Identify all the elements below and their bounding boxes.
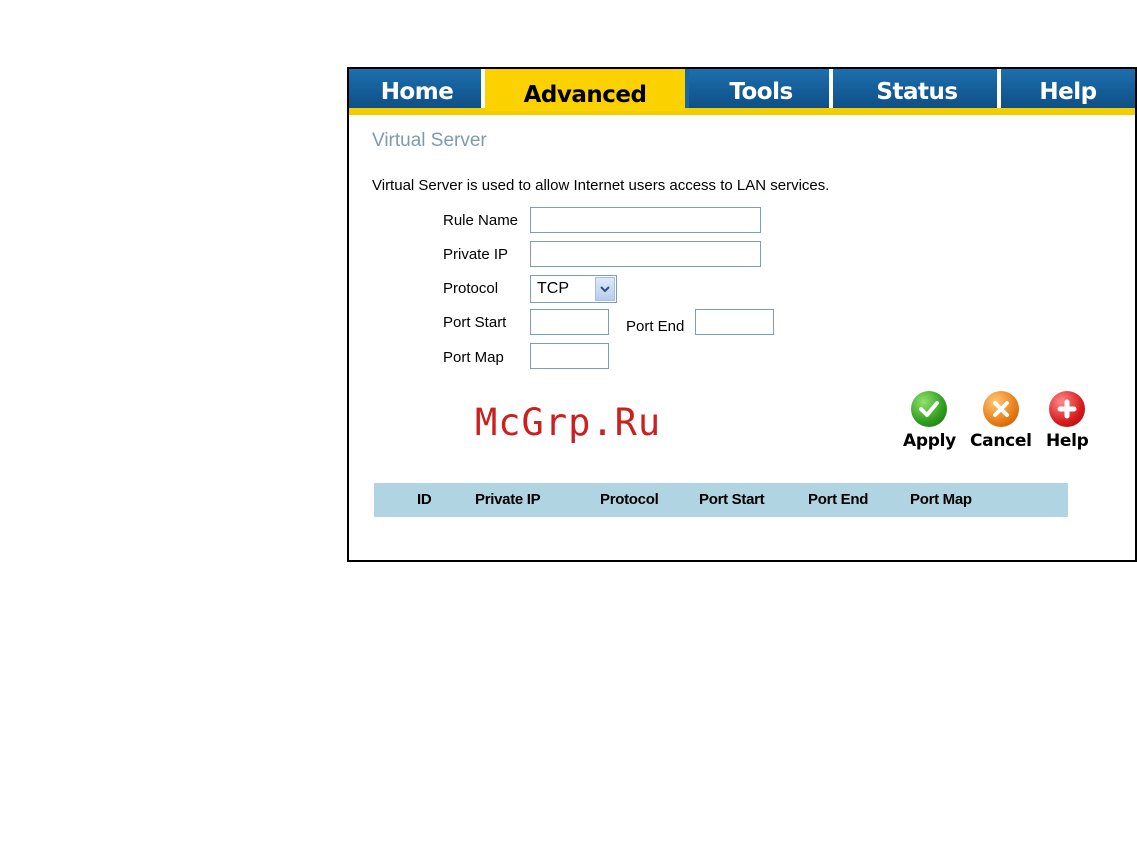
port-end-label: Port End: [626, 318, 685, 335]
cancel-label: Cancel: [970, 431, 1032, 451]
virtual-server-table-header: ID Private IP Protocol Port Start Port E…: [374, 483, 1068, 517]
column-header-protocol: Protocol: [600, 491, 659, 508]
port-start-input[interactable]: [530, 309, 609, 335]
column-header-private-ip: Private IP: [475, 491, 541, 508]
close-icon: [982, 391, 1019, 427]
page-description: Virtual Server is used to allow Internet…: [372, 177, 830, 194]
tab-tools[interactable]: Tools: [689, 69, 833, 108]
watermark-text: McGrp.Ru: [475, 401, 662, 444]
column-header-port-start: Port Start: [699, 491, 765, 508]
tab-advanced[interactable]: Advanced: [485, 69, 685, 111]
port-map-input[interactable]: [530, 343, 609, 369]
tab-status-label: Status: [876, 79, 958, 105]
protocol-selected-value: TCP: [537, 280, 569, 297]
help-button[interactable]: Help: [1046, 391, 1089, 451]
tab-home-label: Home: [380, 79, 454, 105]
protocol-select[interactable]: TCP: [530, 275, 617, 303]
check-icon: [911, 391, 948, 427]
tab-advanced-label: Advanced: [523, 82, 647, 108]
chevron-down-icon[interactable]: [595, 277, 615, 301]
private-ip-input[interactable]: [530, 241, 761, 267]
top-navigation: Home Advanced Tools Status Help: [349, 69, 1135, 115]
help-label: Help: [1046, 431, 1089, 451]
apply-button[interactable]: Apply: [903, 391, 956, 451]
protocol-label: Protocol: [443, 280, 499, 297]
port-map-label: Port Map: [443, 349, 504, 366]
cancel-button[interactable]: Cancel: [970, 391, 1032, 451]
plus-icon: [1049, 391, 1086, 427]
column-header-port-end: Port End: [808, 491, 869, 508]
port-end-input[interactable]: [695, 309, 774, 335]
private-ip-label: Private IP: [443, 246, 509, 263]
port-start-label: Port Start: [443, 314, 507, 331]
tab-help-label: Help: [1039, 79, 1097, 105]
router-config-panel: Home Advanced Tools Status Help Virtual …: [347, 67, 1137, 562]
tab-tools-label: Tools: [729, 79, 793, 105]
tab-status[interactable]: Status: [833, 69, 1001, 108]
column-header-port-map: Port Map: [910, 491, 972, 508]
rule-name-input[interactable]: [530, 207, 761, 233]
apply-label: Apply: [903, 431, 956, 451]
page-title: Virtual Server: [372, 130, 487, 151]
column-header-id: ID: [417, 491, 432, 508]
rule-name-label: Rule Name: [443, 212, 519, 229]
tab-help[interactable]: Help: [1001, 69, 1135, 108]
tab-home[interactable]: Home: [349, 69, 485, 108]
